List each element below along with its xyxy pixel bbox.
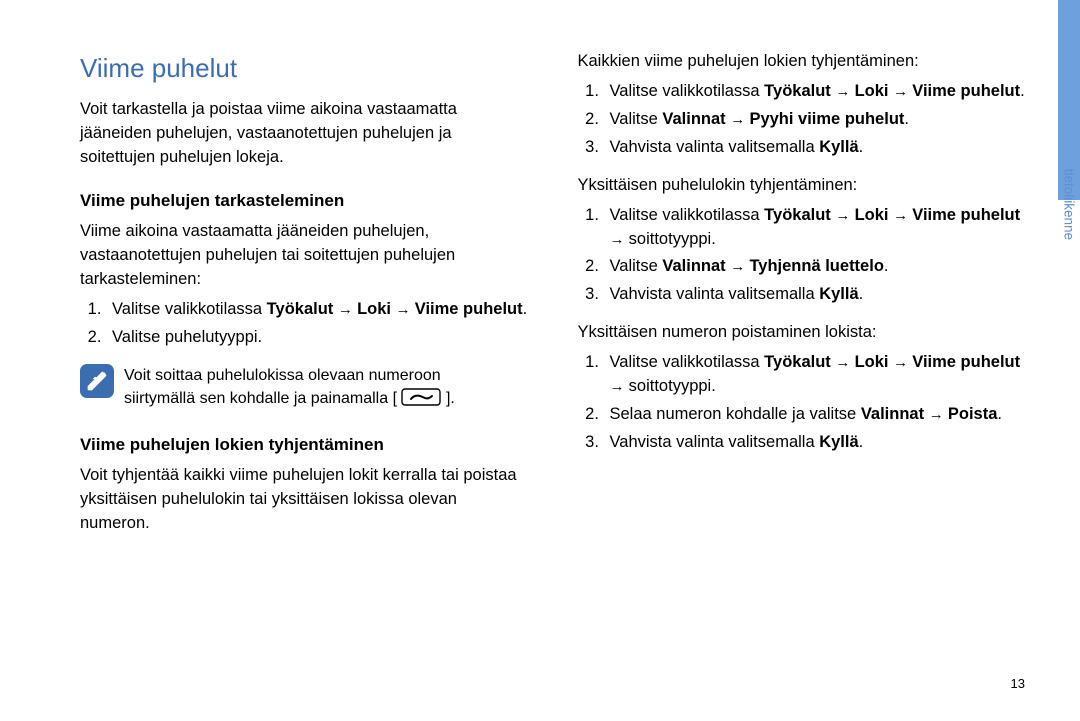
paragraph-b: Voit tyhjentää kaikki viime puhelujen lo… [80,464,528,536]
bold: Työkalut [764,82,831,100]
phone-key-icon [401,388,441,413]
note-icon [80,364,114,398]
bold: Valinnat [662,110,725,128]
bold: Viime puhelut [912,82,1020,100]
arrow-icon: → [835,207,854,224]
side-tab: tietoliikenne [1050,0,1080,721]
bold: Viime puhelut [912,353,1020,371]
arrow-icon: → [835,354,854,371]
arrow-icon: → [893,207,912,224]
text: soittotyyppi. [629,377,716,395]
step-text: Vahvista valinta valitsemalla [610,285,820,303]
bold: Loki [855,353,889,371]
right-column: Kaikkien viime puhelujen lokien tyhjentä… [578,50,1026,681]
list-item: Valitse puhelutyyppi. [106,326,528,350]
arrow-icon: → [730,111,749,128]
arrow-icon: → [893,83,912,100]
bold: Työkalut [764,206,831,224]
steps-list-r2: Valitse valikkotilassa Työkalut → Loki →… [578,204,1026,308]
step-text: Valitse valikkotilassa [610,206,765,224]
bold: Työkalut [267,300,334,318]
note-line1: Voit soittaa puhelulokissa olevaan numer… [124,367,441,384]
step-text: Valitse valikkotilassa [610,353,765,371]
list-item: Valitse valikkotilassa Työkalut → Loki →… [604,204,1026,252]
paragraph-intro: Kaikkien viime puhelujen lokien tyhjentä… [578,50,1026,74]
note-line2a: siirtymällä sen kohdalle ja painamalla [ [124,390,397,407]
tab-label: tietoliikenne [1061,169,1076,240]
bold: Poista [948,405,998,423]
arrow-icon: → [610,231,629,248]
list-item: Vahvista valinta valitsemalla Kyllä. [604,431,1026,455]
list-item: Valitse Valinnat → Pyyhi viime puhelut. [604,108,1026,132]
step-text: Valitse [610,257,663,275]
intro-paragraph: Voit tarkastella ja poistaa viime aikoin… [80,98,528,170]
paragraph-b: Yksittäisen puhelulokin tyhjentäminen: [578,174,1026,198]
bold: Kyllä [819,285,858,303]
step-text: Vahvista valinta valitsemalla [610,433,820,451]
paragraph-c: Yksittäisen numeron poistaminen lokista: [578,321,1026,345]
arrow-icon: → [396,301,415,318]
note-text: Voit soittaa puhelulokissa olevaan numer… [124,364,455,413]
bold: Viime puhelut [912,206,1020,224]
page-number: 13 [1011,676,1025,691]
paragraph-a: Viime aikoina vastaamatta jääneiden puhe… [80,220,528,292]
bold: Loki [855,82,889,100]
step-text: Selaa numeron kohdalle ja valitse [610,405,861,423]
arrow-icon: → [610,378,629,395]
list-item: Vahvista valinta valitsemalla Kyllä. [604,136,1026,160]
list-item: Selaa numeron kohdalle ja valitse Valinn… [604,403,1026,427]
bold: Valinnat [662,257,725,275]
list-item: Valitse valikkotilassa Työkalut → Loki →… [604,80,1026,104]
arrow-icon: → [893,354,912,371]
steps-list-r3: Valitse valikkotilassa Työkalut → Loki →… [578,351,1026,455]
bold: Viime puhelut [415,300,523,318]
bold: Kyllä [819,138,858,156]
note-line2b: ]. [446,390,455,407]
heading-1: Viime puhelut [80,50,528,88]
heading-2b: Viime puhelujen lokien tyhjentäminen [80,433,528,458]
bold: Loki [855,206,889,224]
text: soittotyyppi. [629,230,716,248]
list-item: Valitse valikkotilassa Työkalut → Loki →… [604,351,1026,399]
bold: Tyhjennä luettelo [749,257,883,275]
bold: Työkalut [764,353,831,371]
document-page: Viime puhelut Voit tarkastella ja poista… [0,0,1080,721]
step-text: Valitse [610,110,663,128]
step-text: Vahvista valinta valitsemalla [610,138,820,156]
heading-2a: Viime puhelujen tarkasteleminen [80,189,528,214]
bold: Loki [357,300,391,318]
list-item: Valitse Valinnat → Tyhjennä luettelo. [604,255,1026,279]
step-text: Valitse valikkotilassa [610,82,765,100]
left-column: Viime puhelut Voit tarkastella ja poista… [80,50,528,681]
list-item: Vahvista valinta valitsemalla Kyllä. [604,283,1026,307]
bold: Valinnat [861,405,924,423]
arrow-icon: → [835,83,854,100]
list-item: Valitse valikkotilassa Työkalut → Loki →… [106,298,528,322]
bold: Pyyhi viime puhelut [749,110,904,128]
note-block: Voit soittaa puhelulokissa olevaan numer… [80,364,528,413]
step-text: Valitse valikkotilassa [112,300,267,318]
bold: Kyllä [819,433,858,451]
steps-list-a: Valitse valikkotilassa Työkalut → Loki →… [80,298,528,350]
arrow-icon: → [929,406,948,423]
arrow-icon: → [730,258,749,275]
steps-list-r1: Valitse valikkotilassa Työkalut → Loki →… [578,80,1026,160]
arrow-icon: → [338,301,357,318]
